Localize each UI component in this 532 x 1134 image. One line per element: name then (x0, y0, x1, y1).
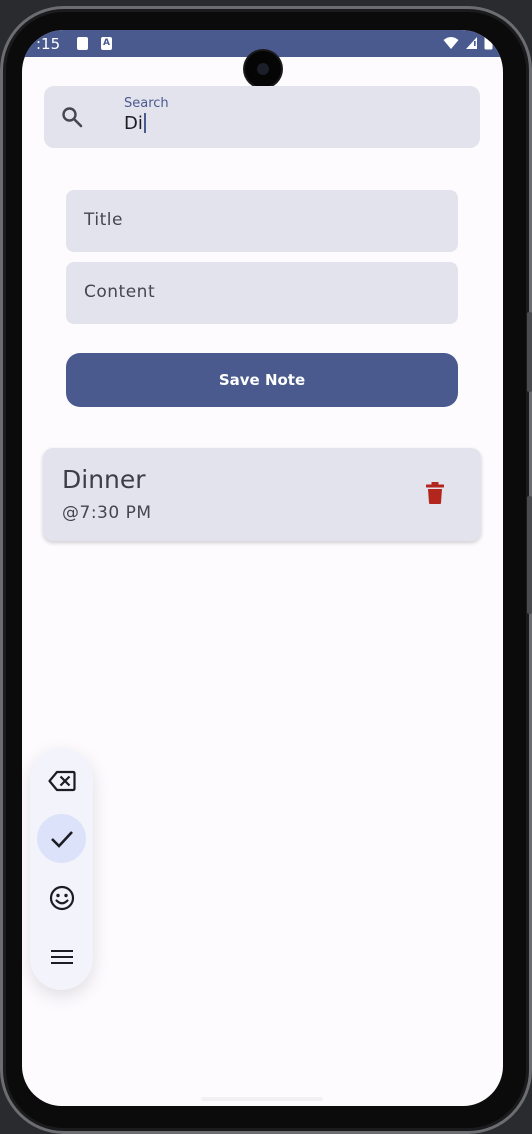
wifi-icon (443, 36, 459, 49)
search-icon (62, 107, 83, 128)
emoji-button[interactable] (37, 873, 86, 922)
search-input[interactable]: Di (124, 113, 146, 134)
front-camera (245, 51, 281, 87)
backspace-button[interactable] (37, 756, 86, 805)
menu-icon (50, 949, 73, 964)
search-bar[interactable]: Search Di (44, 86, 480, 148)
delete-icon[interactable] (425, 482, 445, 504)
emoji-icon (49, 885, 74, 910)
search-label: Search (124, 96, 169, 111)
note-title: Dinner (62, 465, 146, 494)
confirm-button[interactable] (37, 814, 86, 863)
keyboard-floating-toolbar (30, 748, 93, 990)
title-field[interactable]: Title (66, 190, 458, 252)
signal-icon (466, 36, 477, 49)
save-note-button[interactable]: Save Note (66, 353, 458, 407)
home-indicator[interactable] (201, 1097, 323, 1101)
sim-card-icon (77, 37, 88, 50)
menu-button[interactable] (37, 932, 86, 981)
phone-frame: :15 A Search Di Title Content Save Note … (0, 6, 532, 1134)
system-status (443, 35, 493, 50)
check-icon (50, 830, 73, 848)
content-field[interactable]: Content (66, 262, 458, 324)
text-caret (143, 113, 146, 133)
note-card[interactable]: Dinner @7:30 PM (43, 448, 481, 541)
status-time: :15 (36, 35, 61, 53)
search-input-value: Di (124, 113, 143, 134)
app-screen: :15 A Search Di Title Content Save Note … (22, 30, 503, 1106)
volume-button (527, 312, 532, 392)
note-content: @7:30 PM (62, 503, 152, 523)
a-icon: A (101, 37, 112, 50)
battery-icon (484, 35, 493, 50)
power-button (527, 496, 532, 614)
backspace-icon (47, 770, 76, 791)
